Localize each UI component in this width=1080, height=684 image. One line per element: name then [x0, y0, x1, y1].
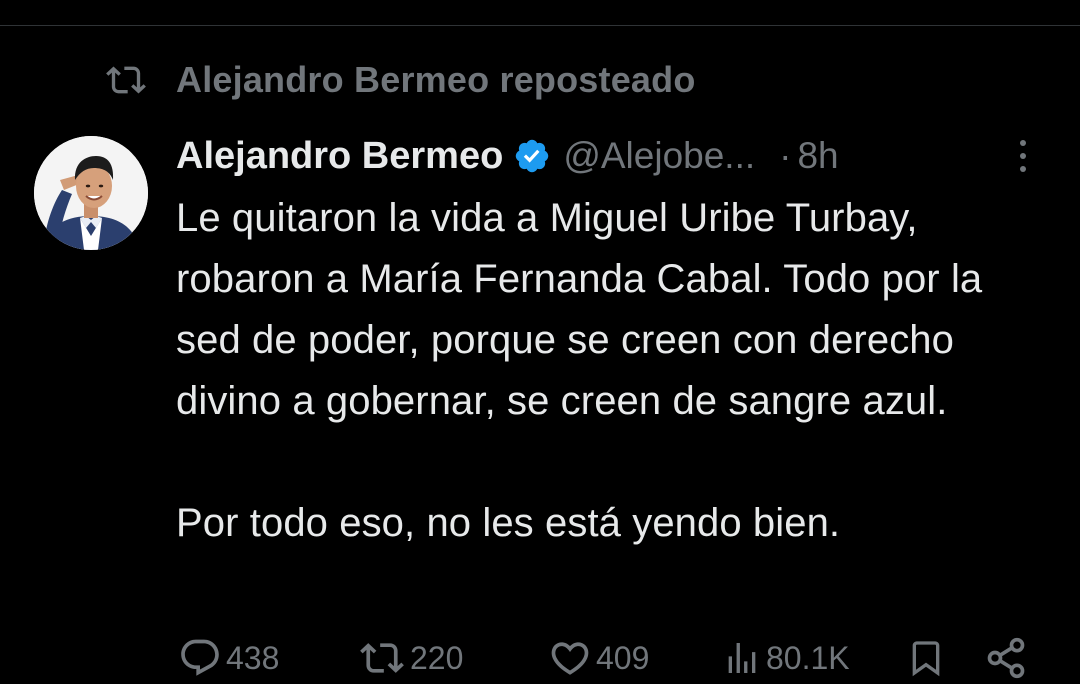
repost-icon	[104, 60, 148, 100]
avatar[interactable]	[34, 136, 148, 250]
repost-count: 220	[410, 639, 464, 676]
separator-dot: ·	[779, 135, 792, 176]
tweet-actions: 438 220 409 80.1K	[178, 632, 1038, 684]
repost-context[interactable]: Alejandro Bermeo reposteado	[104, 58, 696, 102]
reply-button[interactable]: 438	[178, 632, 279, 684]
tweet-text: Le quitaron la vida a Miguel Uribe Turba…	[176, 188, 1056, 554]
tweet-paragraph: Por todo eso, no les está yendo bien.	[176, 501, 841, 545]
author-display-name[interactable]: Alejandro Bermeo	[176, 135, 503, 178]
bookmark-icon	[912, 641, 940, 677]
repost-label: Alejandro Bermeo reposteado	[176, 59, 696, 100]
tweet-paragraph: Le quitaron la vida a Miguel Uribe Turba…	[176, 196, 983, 423]
like-count: 409	[596, 639, 650, 676]
repost-button[interactable]: 220	[358, 632, 463, 684]
bookmark-button[interactable]	[906, 632, 946, 684]
views-count: 80.1K	[766, 639, 850, 676]
top-divider	[0, 0, 1080, 26]
views-button[interactable]: 80.1K	[722, 632, 850, 684]
tweet-timestamp[interactable]: 8h	[797, 135, 838, 177]
tweet-header: Alejandro Bermeo @Alejobe... · 8h	[176, 128, 1056, 184]
profile-photo	[34, 136, 148, 250]
more-options-icon[interactable]	[1016, 134, 1030, 178]
author-handle[interactable]: @Alejobe...	[563, 135, 755, 177]
verified-badge-icon[interactable]	[513, 137, 551, 175]
views-chart-icon	[728, 643, 756, 673]
share-button[interactable]	[984, 632, 1028, 684]
like-button[interactable]: 409	[548, 632, 649, 684]
reply-count: 438	[226, 639, 280, 676]
repost-icon	[360, 643, 404, 673]
share-icon	[987, 637, 1025, 679]
heart-icon	[551, 642, 589, 675]
reply-icon	[181, 639, 219, 676]
